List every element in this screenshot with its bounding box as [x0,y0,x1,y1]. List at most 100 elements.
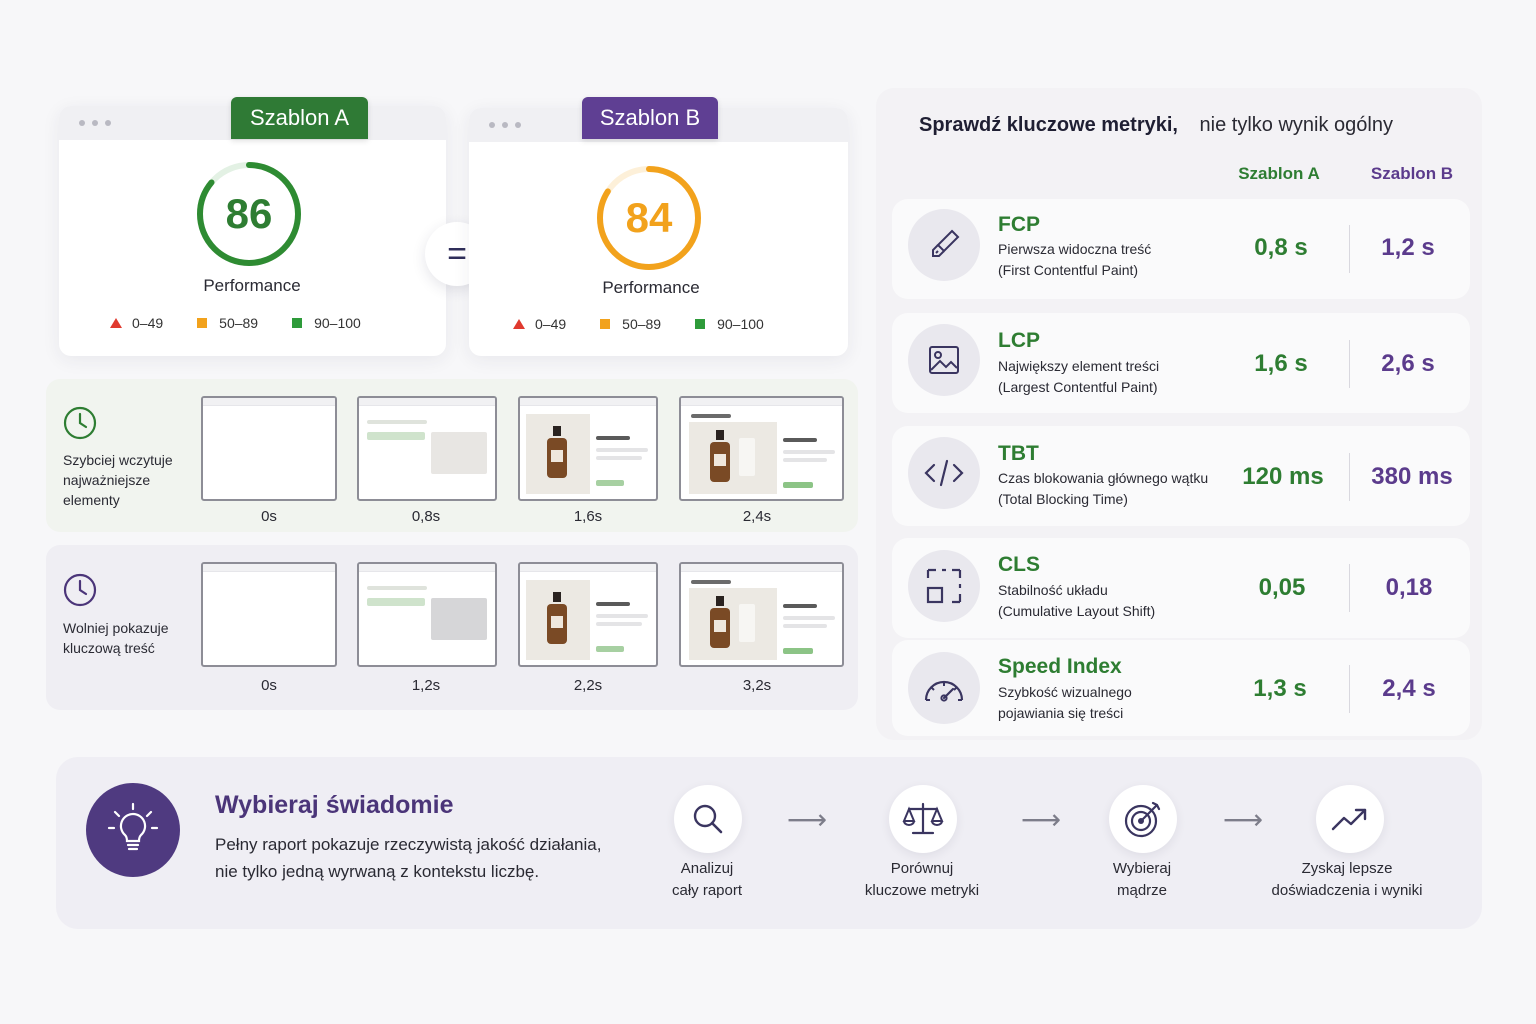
legend-b: 0–49 50–89 90–100 [513,316,798,332]
tab-szablon-a[interactable]: Szablon A [231,97,368,139]
orange-square-icon [197,318,208,328]
trend-up-icon[interactable] [1316,785,1384,853]
frame-time-a-3: 2,4s [742,508,772,525]
step-label-gain: Zyskaj lepsze doświadczenia i wyniki [1247,858,1447,902]
target-icon[interactable] [1109,785,1177,853]
step-label-line: kluczowe metryki [864,882,980,899]
step-label-line: mądrze [1116,882,1168,899]
frame-time-b-3: 3,2s [742,677,772,694]
metric-desc-line: pojawiania się treści [998,705,1124,721]
frame-b-1 [357,562,497,667]
step-label-choose: Wybieraj mądrze [1042,858,1242,902]
speedometer-icon [908,652,980,724]
metrics-title: Sprawdź kluczowe metryki, nie tylko wyni… [919,114,1393,137]
metric-name: TBT [998,442,1039,465]
red-triangle-icon [513,319,525,329]
metrics-title-bold: Sprawdź kluczowe metryki, [919,114,1178,136]
bottle-icon [547,592,567,644]
metric-value-a: 0,05 [1258,574,1306,601]
frame-a-0 [201,396,337,501]
metric-desc-line: Szybkość wizualnego [998,684,1132,700]
metric-desc: Czas blokowania głównego wątku (Total Blo… [998,468,1228,510]
arrow-right-icon: ⟶ [787,804,828,835]
metric-desc-line: (Cumulative Layout Shift) [998,603,1156,619]
metrics-title-rest: nie tylko wynik ogólny [1199,114,1393,136]
legend-range-high: 90–100 [717,316,764,332]
frame-b-2 [518,562,658,667]
metric-name: FCP [998,213,1040,236]
orange-square-icon [600,319,611,329]
bottle-icon [710,430,730,482]
metric-desc: Pierwsza widoczna treść (First Contentful… [998,239,1238,281]
frame-time-b-1: 1,2s [411,677,441,694]
step-label-line: cały raport [671,882,743,899]
metric-value-b: 2,6 s [1381,350,1435,377]
banner-text-line: Pełny raport pokazuje rzeczywistą jakość… [215,835,602,854]
metric-name: LCP [998,329,1040,352]
scales-icon[interactable] [889,785,957,853]
frame-time-a-1: 0,8s [411,508,441,525]
metric-value-a: 1,3 s [1253,675,1307,702]
performance-label-a: Performance [203,276,301,295]
tab-szablon-b[interactable]: Szablon B [582,97,718,139]
metric-desc-line: (First Contentful Paint) [998,262,1139,278]
step-label-line: Zyskaj lepsze [1301,860,1393,877]
performance-label-b: Performance [602,278,700,297]
frame-b-3 [679,562,844,667]
banner-text: Pełny raport pokazuje rzeczywistą jakość… [215,831,601,885]
frame-a-1 [357,396,497,501]
banner-text-line: nie tylko jedną wyrwaną z kontekstu licz… [215,862,540,881]
arrow-right-icon: ⟶ [1021,804,1062,835]
column-header-b: Szablon B [1370,164,1454,183]
image-icon [908,324,980,396]
window-dots [79,120,111,126]
score-value-a: 86 [225,190,273,237]
metric-name: CLS [998,553,1040,576]
divider [1349,453,1350,501]
frame-time-a-2: 1,6s [573,508,603,525]
red-triangle-icon [110,318,122,328]
metric-desc-line: Stabilność układu [998,582,1108,598]
legend-range-mid: 50–89 [219,315,259,331]
legend-range-mid: 50–89 [622,316,662,332]
green-square-icon [292,318,303,328]
window-dots [489,122,521,128]
banner-title: Wybieraj świadomie [215,791,454,819]
bottle-icon [547,426,567,478]
step-label-line: Analizuj [680,860,734,877]
search-icon[interactable] [674,785,742,853]
filmstrip-caption-a: Szybciej wczytuje najważniejsze elementy [63,452,173,508]
frame-a-2 [518,396,658,501]
step-label-line: doświadczenia i wyniki [1271,882,1423,899]
metric-value-a: 1,6 s [1254,350,1308,377]
legend-range-low: 0–49 [132,315,164,331]
frame-time-b-2: 2,2s [573,677,603,694]
metric-desc-line: (Total Blocking Time) [998,491,1128,507]
bottle-icon [710,596,730,648]
metric-desc-line: Czas blokowania głównego wątku [998,470,1209,486]
lightbulb-icon [86,783,180,877]
metric-desc: Największy element treści (Largest Conten… [998,356,1238,398]
metric-value-b: 380 ms [1371,463,1453,490]
metric-value-b: 2,4 s [1382,675,1436,702]
paintbrush-icon [908,209,980,281]
metric-value-a: 0,8 s [1254,234,1308,261]
legend-range-high: 90–100 [314,315,361,331]
metric-value-b: 0,18 [1385,574,1433,601]
clock-icon [63,406,97,440]
column-header-a: Szablon A [1238,164,1320,183]
arrow-right-icon: ⟶ [1223,804,1264,835]
step-label-compare: Porównuj kluczowe metryki [822,858,1022,902]
filmstrip-caption-b: Wolniej pokazuje kluczową treść [63,620,169,656]
layout-shift-icon [908,550,980,622]
metric-value-b: 1,2 s [1381,234,1435,261]
step-label-line: Porównuj [890,860,954,877]
metric-desc-line: (Largest Contentful Paint) [998,379,1158,395]
green-square-icon [695,319,706,329]
frame-b-0 [201,562,337,667]
legend-range-low: 0–49 [535,316,567,332]
metric-desc: Szybkość wizualnego pojawiania się treści [998,682,1238,724]
code-icon [908,437,980,509]
frame-time-a-0: 0s [261,508,277,525]
metric-value-a: 120 ms [1242,463,1324,490]
